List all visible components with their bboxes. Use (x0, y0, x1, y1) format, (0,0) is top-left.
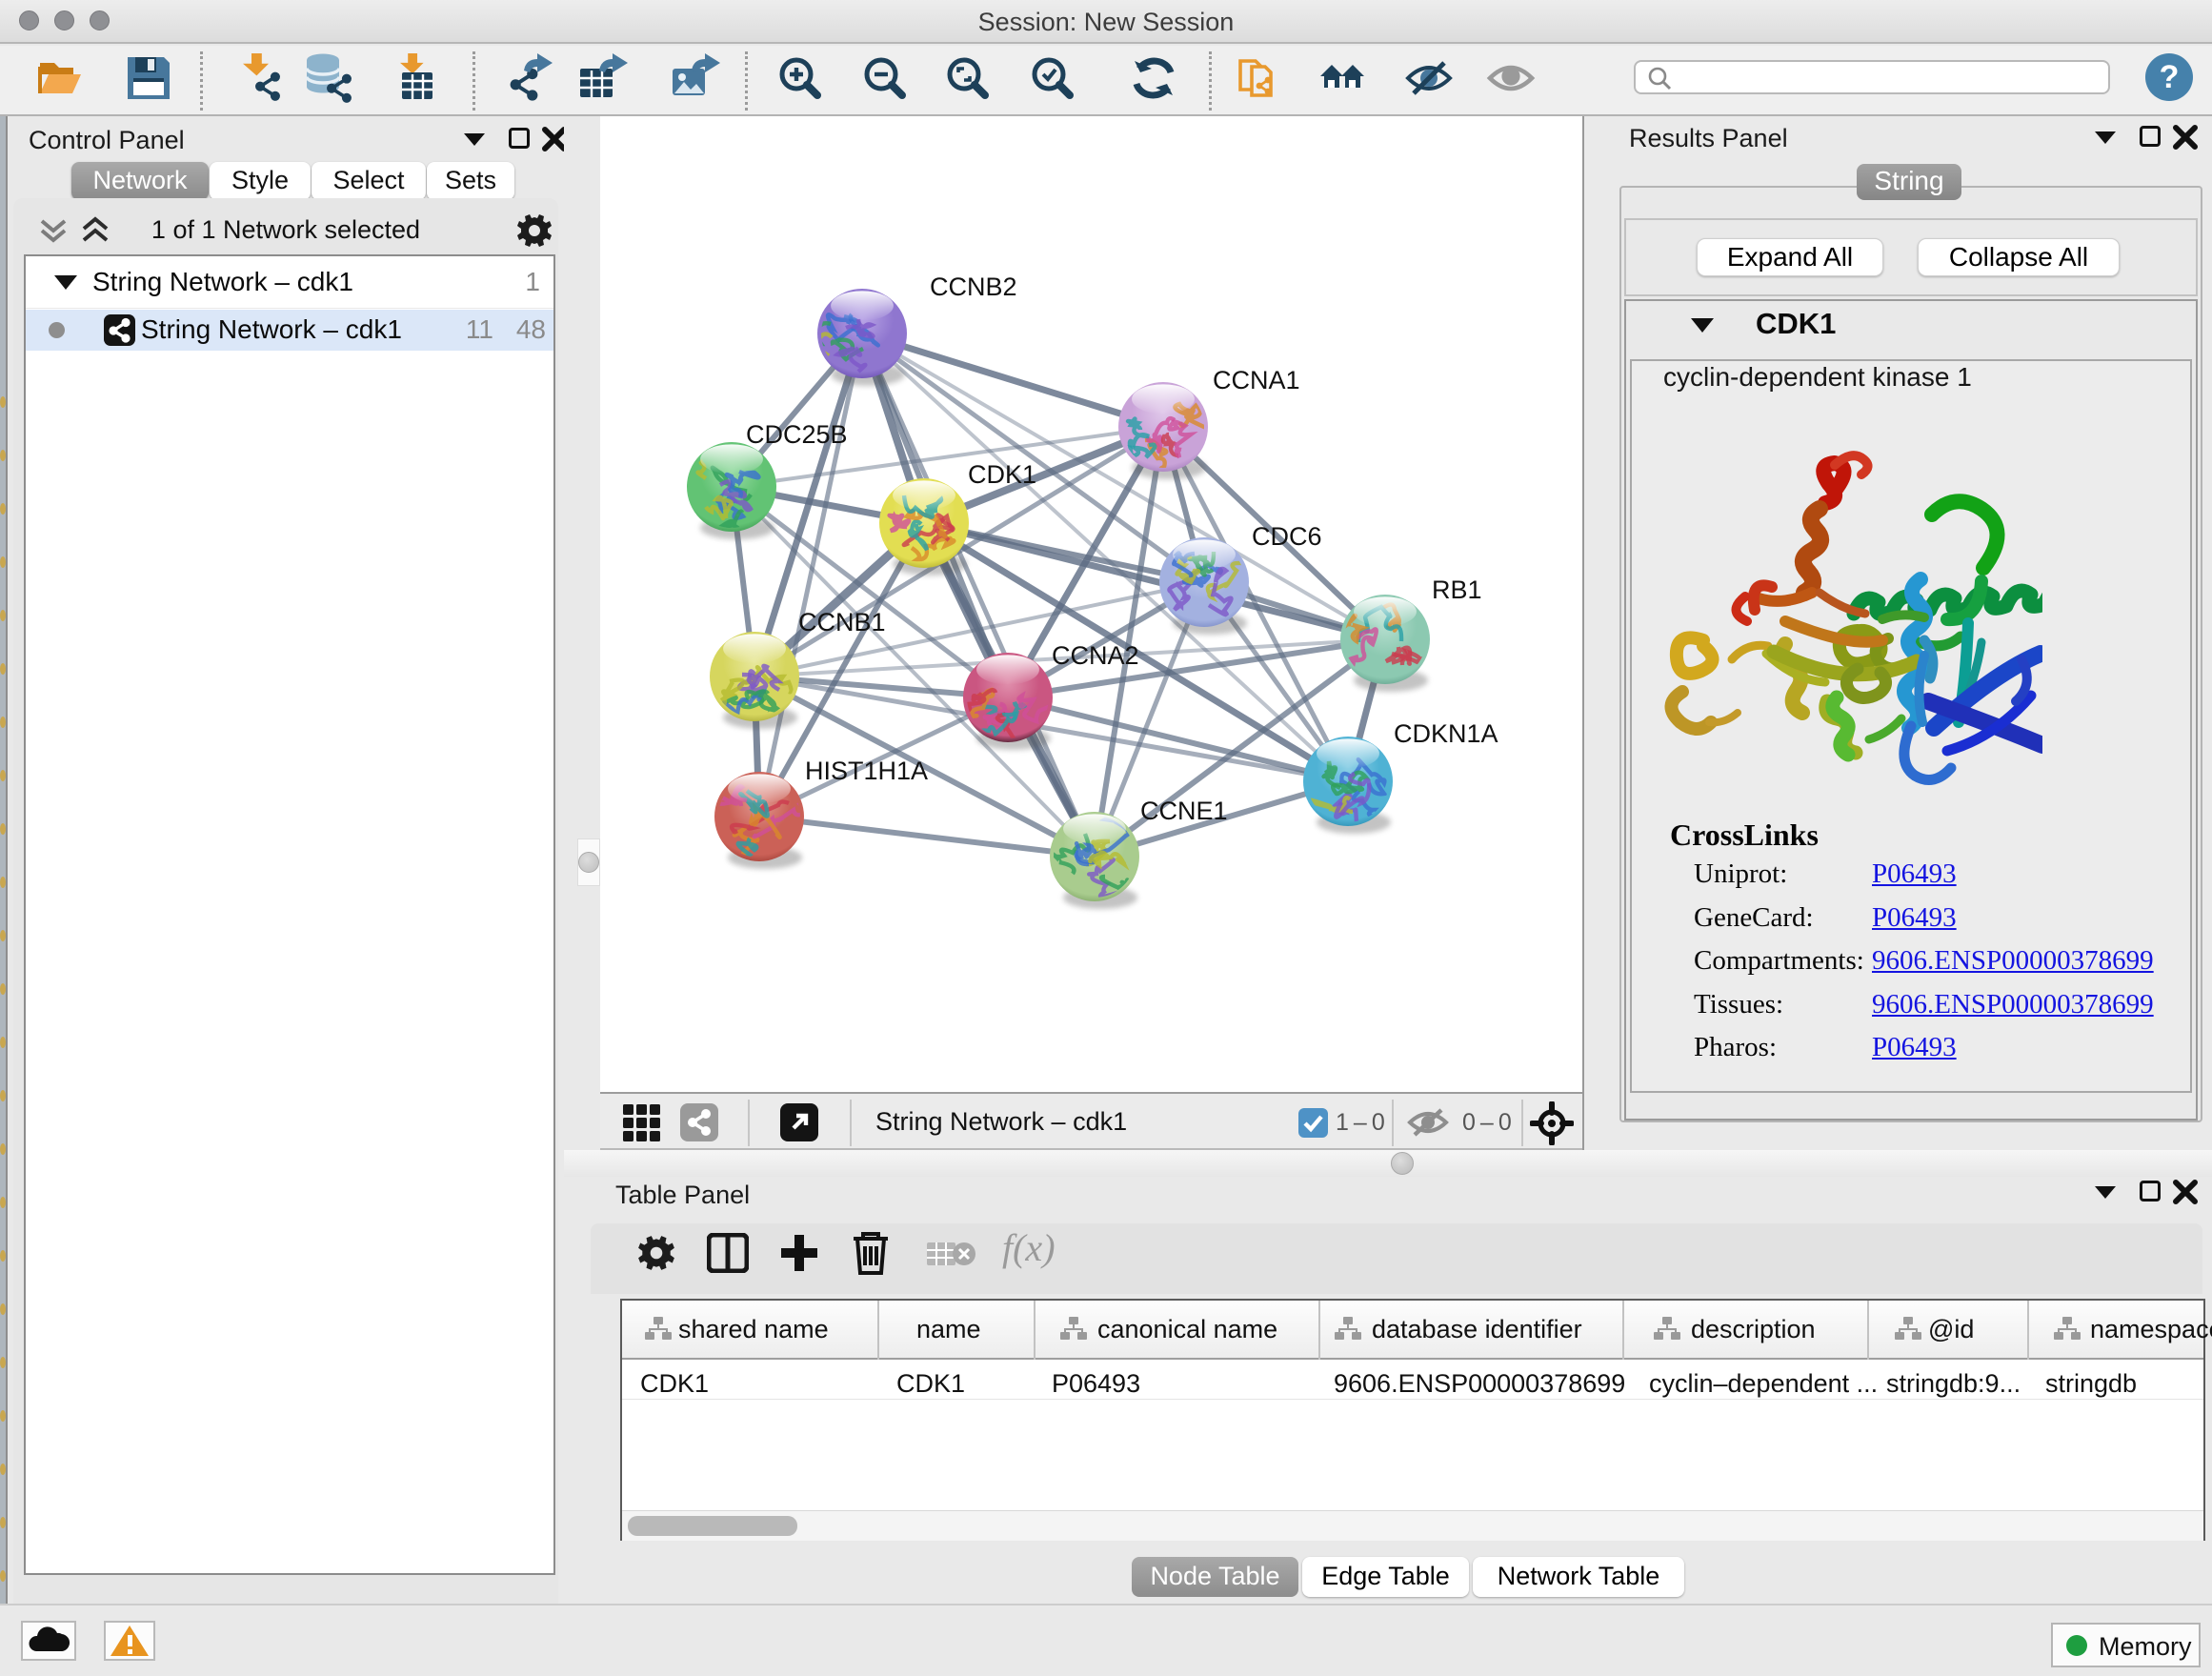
svg-text:RB1: RB1 (1432, 575, 1482, 604)
svg-text:CCNB2: CCNB2 (930, 273, 1017, 301)
svg-text:CCNE1: CCNE1 (1140, 797, 1228, 825)
svg-text:CCNA1: CCNA1 (1213, 366, 1300, 394)
svg-text:HIST1H1A: HIST1H1A (805, 757, 928, 785)
svg-text:CDKN1A: CDKN1A (1394, 719, 1498, 748)
svg-text:CDK1: CDK1 (968, 460, 1036, 489)
svg-text:CDC6: CDC6 (1252, 522, 1322, 551)
svg-text:CCNA2: CCNA2 (1052, 641, 1139, 670)
svg-text:CCNB1: CCNB1 (798, 608, 886, 636)
svg-text:CDC25B: CDC25B (746, 420, 848, 449)
